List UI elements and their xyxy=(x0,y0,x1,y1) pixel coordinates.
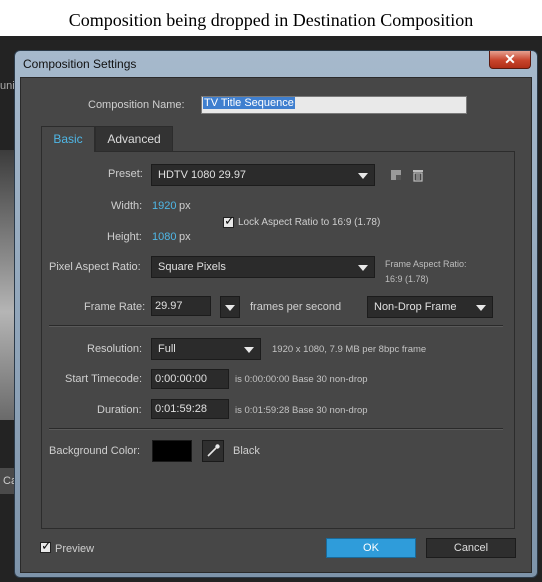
dialog-body: Composition Name: TV Title Sequence Basi… xyxy=(20,77,532,573)
duration-info: is 0:01:59:28 Base 30 non-drop xyxy=(235,405,368,416)
frame-rate-label: Frame Rate: xyxy=(84,301,146,313)
fps-label: frames per second xyxy=(250,301,342,313)
composition-name-label: Composition Name: xyxy=(88,99,185,111)
separator xyxy=(49,428,503,430)
background-partial-label: uni xyxy=(0,80,15,92)
frame-rate-dropdown[interactable] xyxy=(220,296,240,318)
composition-settings-dialog: Composition Settings ✕ Composition Name:… xyxy=(14,50,538,578)
frame-rate-input[interactable]: 29.97 xyxy=(151,296,211,316)
chevron-down-icon xyxy=(244,347,254,353)
separator xyxy=(49,325,503,327)
close-icon: ✕ xyxy=(504,51,516,67)
eyedropper-button[interactable] xyxy=(202,440,224,462)
eyedropper-icon xyxy=(207,444,220,457)
start-timecode-input[interactable]: 0:00:00:00 xyxy=(151,369,229,389)
preset-value: HDTV 1080 29.97 xyxy=(158,169,247,181)
tab-advanced[interactable]: Advanced xyxy=(95,126,173,152)
start-timecode-label: Start Timecode: xyxy=(65,373,143,385)
frame-aspect-value: 16:9 (1.78) xyxy=(385,274,429,284)
frame-aspect-label: Frame Aspect Ratio: xyxy=(385,259,467,269)
par-value: Square Pixels xyxy=(158,261,226,273)
chevron-down-icon xyxy=(358,173,368,179)
par-label: Pixel Aspect Ratio: xyxy=(49,261,141,273)
composition-name-input[interactable]: TV Title Sequence xyxy=(201,96,467,114)
dialog-title: Composition Settings xyxy=(23,57,137,71)
height-label: Height: xyxy=(107,231,142,243)
background-color-label: Background Color: xyxy=(49,445,141,457)
width-value[interactable]: 1920 xyxy=(152,200,176,212)
drop-frame-dropdown[interactable]: Non-Drop Frame xyxy=(367,296,493,318)
save-preset-button[interactable] xyxy=(387,166,405,184)
start-timecode-info: is 0:00:00:00 Base 30 non-drop xyxy=(235,374,368,385)
resolution-dropdown[interactable]: Full xyxy=(151,338,261,360)
background-color-name: Black xyxy=(233,445,260,457)
height-value[interactable]: 1080 xyxy=(152,231,176,243)
preset-label: Preset: xyxy=(108,168,143,180)
chevron-down-icon xyxy=(476,305,486,311)
width-unit: px xyxy=(179,200,191,212)
preview-checkbox[interactable] xyxy=(40,538,52,554)
par-dropdown[interactable]: Square Pixels xyxy=(151,256,375,278)
lock-aspect-checkbox[interactable] xyxy=(223,213,235,229)
trash-icon xyxy=(413,170,423,182)
ok-button[interactable]: OK xyxy=(326,538,416,558)
save-preset-icon xyxy=(391,170,401,180)
height-unit: px xyxy=(179,231,191,243)
chevron-down-icon xyxy=(358,265,368,271)
lock-aspect-label: Lock Aspect Ratio to 16:9 (1.78) xyxy=(238,217,381,228)
tab-basic[interactable]: Basic xyxy=(41,126,95,152)
resolution-info: 1920 x 1080, 7.9 MB per 8bpc frame xyxy=(272,344,427,355)
preset-dropdown[interactable]: HDTV 1080 29.97 xyxy=(151,164,375,186)
duration-input[interactable]: 0:01:59:28 xyxy=(151,399,229,419)
chevron-down-icon xyxy=(225,305,235,311)
duration-label: Duration: xyxy=(97,404,142,416)
width-label: Width: xyxy=(111,200,143,212)
delete-preset-button[interactable] xyxy=(409,166,427,184)
figure-caption: Composition being dropped in Destination… xyxy=(68,10,474,30)
background-color-swatch[interactable] xyxy=(152,440,192,462)
close-button[interactable]: ✕ xyxy=(489,51,531,69)
preview-label: Preview xyxy=(55,543,95,555)
composition-name-value: TV Title Sequence xyxy=(203,97,295,109)
cancel-button[interactable]: Cancel xyxy=(426,538,516,558)
resolution-value: Full xyxy=(158,343,176,355)
drop-frame-value: Non-Drop Frame xyxy=(374,301,457,313)
resolution-label: Resolution: xyxy=(87,343,143,355)
